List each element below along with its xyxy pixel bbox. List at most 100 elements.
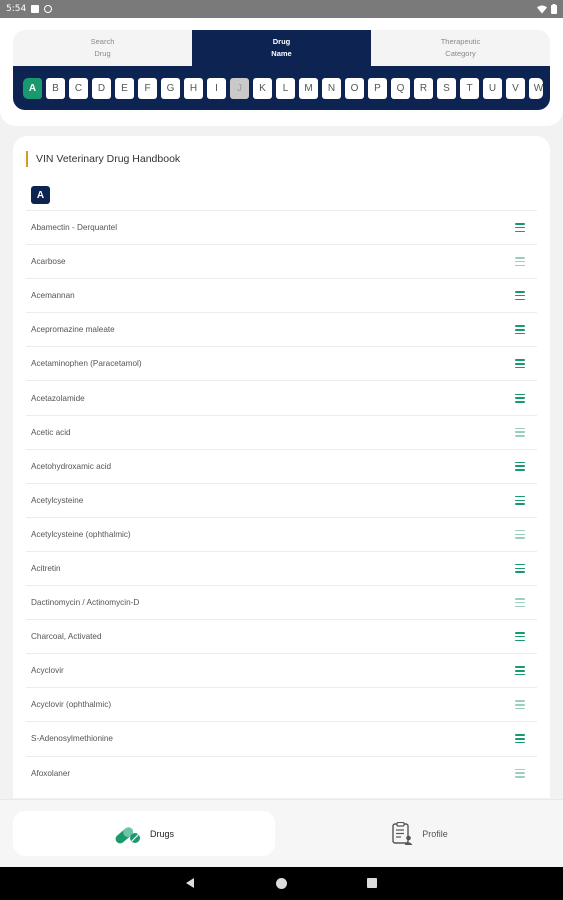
drug-row[interactable]: Acetohydroxamic acid bbox=[26, 448, 537, 483]
letter-m[interactable]: M bbox=[299, 78, 318, 99]
at-sign-icon bbox=[44, 5, 53, 13]
drug-row[interactable]: Acyclovir bbox=[26, 653, 537, 687]
drug-row[interactable]: Acetaminophen (Paracetamol) bbox=[26, 346, 537, 380]
letter-c[interactable]: C bbox=[69, 78, 88, 99]
list-menu-icon bbox=[515, 427, 525, 437]
drug-name: Acetohydroxamic acid bbox=[31, 461, 112, 471]
drug-row[interactable]: Afoxolaner bbox=[26, 755, 537, 790]
drug-name: Acitretin bbox=[31, 563, 61, 573]
tab-label-line1: Therapeutic bbox=[440, 37, 481, 46]
drug-name: Acetic acid bbox=[31, 427, 71, 437]
recent-apps-icon[interactable] bbox=[367, 878, 377, 888]
list-menu-icon bbox=[515, 359, 525, 369]
drug-name: Acarbose bbox=[31, 257, 66, 267]
bottom-navigation: Drugs Profile bbox=[0, 799, 563, 867]
nav-drugs-label: Drugs bbox=[149, 828, 174, 839]
drug-row[interactable]: Acetylcysteine (ophthalmic) bbox=[26, 516, 537, 551]
letter-e[interactable]: E bbox=[115, 78, 134, 99]
drug-name: Charcoal, Activated bbox=[31, 632, 102, 642]
list-menu-icon bbox=[515, 529, 525, 539]
letter-a[interactable]: A bbox=[23, 78, 42, 99]
drug-row[interactable]: S-Adenosylmethionine bbox=[26, 721, 537, 755]
tab-search[interactable]: Search Drug bbox=[13, 30, 192, 66]
letter-j[interactable]: J bbox=[230, 78, 249, 99]
drug-row[interactable]: Acetazolamide bbox=[26, 380, 537, 414]
drug-name: Dactinomycin / Actinomycin-D bbox=[31, 598, 140, 608]
letter-o[interactable]: O bbox=[345, 78, 364, 99]
nav-profile-label: Profile bbox=[422, 828, 448, 839]
letter-u[interactable]: U bbox=[483, 78, 502, 99]
tab-label-line1: Drug bbox=[272, 37, 291, 46]
status-time: 5:54 bbox=[6, 4, 27, 14]
drug-name: Acetaminophen (Paracetamol) bbox=[31, 359, 142, 369]
list-title: VIN Veterinary Drug Handbook bbox=[26, 151, 180, 167]
letter-b[interactable]: B bbox=[46, 78, 65, 99]
letter-h[interactable]: H bbox=[184, 78, 203, 99]
alphabet-bar: ABCDEFGHIJKLMNOPQRSTUVW bbox=[13, 66, 550, 110]
battery-icon bbox=[551, 4, 557, 14]
letter-g[interactable]: G bbox=[161, 78, 180, 99]
list-menu-icon bbox=[515, 598, 525, 608]
drug-row[interactable]: Abamectin - Derquantel bbox=[26, 210, 537, 244]
search-mode-tabs: Search Drug Drug Name Therapeutic Category bbox=[13, 30, 550, 66]
tab-label-line1: Search bbox=[90, 37, 115, 46]
drug-row[interactable]: Acepromazine maleate bbox=[26, 312, 537, 346]
list-menu-icon bbox=[515, 257, 525, 267]
list-menu-icon bbox=[515, 325, 525, 335]
letter-d[interactable]: D bbox=[92, 78, 111, 99]
letter-s[interactable]: S bbox=[437, 78, 456, 99]
letter-q[interactable]: Q bbox=[391, 78, 410, 99]
list-menu-icon bbox=[515, 563, 525, 573]
system-navigation-bar bbox=[0, 867, 563, 900]
nav-drugs[interactable]: Drugs bbox=[13, 811, 275, 856]
letter-f[interactable]: F bbox=[138, 78, 157, 99]
sim-card-icon bbox=[31, 5, 40, 13]
list-menu-icon bbox=[515, 768, 525, 778]
drug-row[interactable]: Acitretin bbox=[26, 550, 537, 585]
drug-name: Abamectin - Derquantel bbox=[31, 223, 118, 233]
drug-name: Acetazolamide bbox=[31, 393, 85, 403]
drug-name: Acetylcysteine bbox=[31, 495, 84, 505]
list-menu-icon bbox=[515, 495, 525, 505]
drug-row[interactable]: Charcoal, Activated bbox=[26, 619, 537, 653]
drug-name: Acepromazine maleate bbox=[31, 325, 115, 335]
back-icon[interactable] bbox=[186, 878, 194, 888]
tab-therapeutic[interactable]: Therapeutic Category bbox=[371, 30, 550, 66]
status-bar: 5:54 bbox=[0, 0, 563, 18]
drug-row[interactable]: Acemannan bbox=[26, 278, 537, 312]
drug-row[interactable]: Acarbose bbox=[26, 244, 537, 278]
drug-row[interactable]: Acyclovir (ophthalmic) bbox=[26, 687, 537, 721]
drug-name: S-Adenosylmethionine bbox=[31, 734, 113, 744]
letter-t[interactable]: T bbox=[460, 78, 479, 99]
drug-row[interactable]: Acetic acid bbox=[26, 414, 537, 449]
pills-icon bbox=[115, 826, 140, 843]
letter-n[interactable]: N bbox=[322, 78, 341, 99]
drug-name: Acemannan bbox=[31, 291, 75, 301]
tab-label-line2: Category bbox=[445, 49, 476, 58]
drug-list: Abamectin - Derquantel Acarbose Acemannan A… bbox=[26, 210, 537, 790]
letter-r[interactable]: R bbox=[414, 78, 433, 99]
drug-name: Acetylcysteine (ophthalmic) bbox=[31, 529, 131, 539]
letter-i[interactable]: I bbox=[207, 78, 226, 99]
drug-name: Afoxolaner bbox=[31, 768, 71, 778]
letter-k[interactable]: K bbox=[253, 78, 272, 99]
tab-label-line2: Drug bbox=[94, 49, 111, 58]
letter-w[interactable]: W bbox=[529, 78, 543, 99]
profile-clipboard-icon bbox=[392, 821, 413, 845]
list-menu-icon bbox=[515, 734, 525, 744]
tab-drug[interactable]: Drug Name bbox=[192, 30, 371, 66]
drug-list-card: VIN Veterinary Drug Handbook A Abamectin… bbox=[13, 136, 550, 798]
letter-v[interactable]: V bbox=[506, 78, 525, 99]
alphabet-scroller[interactable]: ABCDEFGHIJKLMNOPQRSTUVW bbox=[23, 78, 543, 99]
list-menu-icon bbox=[515, 700, 525, 710]
nav-profile[interactable]: Profile bbox=[290, 811, 550, 856]
top-panel: Search Drug Drug Name Therapeutic Category AB… bbox=[0, 18, 563, 126]
letter-l[interactable]: L bbox=[276, 78, 295, 99]
home-icon[interactable] bbox=[276, 878, 287, 889]
drug-row[interactable]: Dactinomycin / Actinomycin-D bbox=[26, 585, 537, 619]
section-letter-badge: A bbox=[31, 186, 50, 204]
list-menu-icon bbox=[515, 291, 525, 301]
drug-row[interactable]: Acetylcysteine bbox=[26, 482, 537, 517]
list-menu-icon bbox=[515, 461, 525, 471]
letter-p[interactable]: P bbox=[368, 78, 387, 99]
